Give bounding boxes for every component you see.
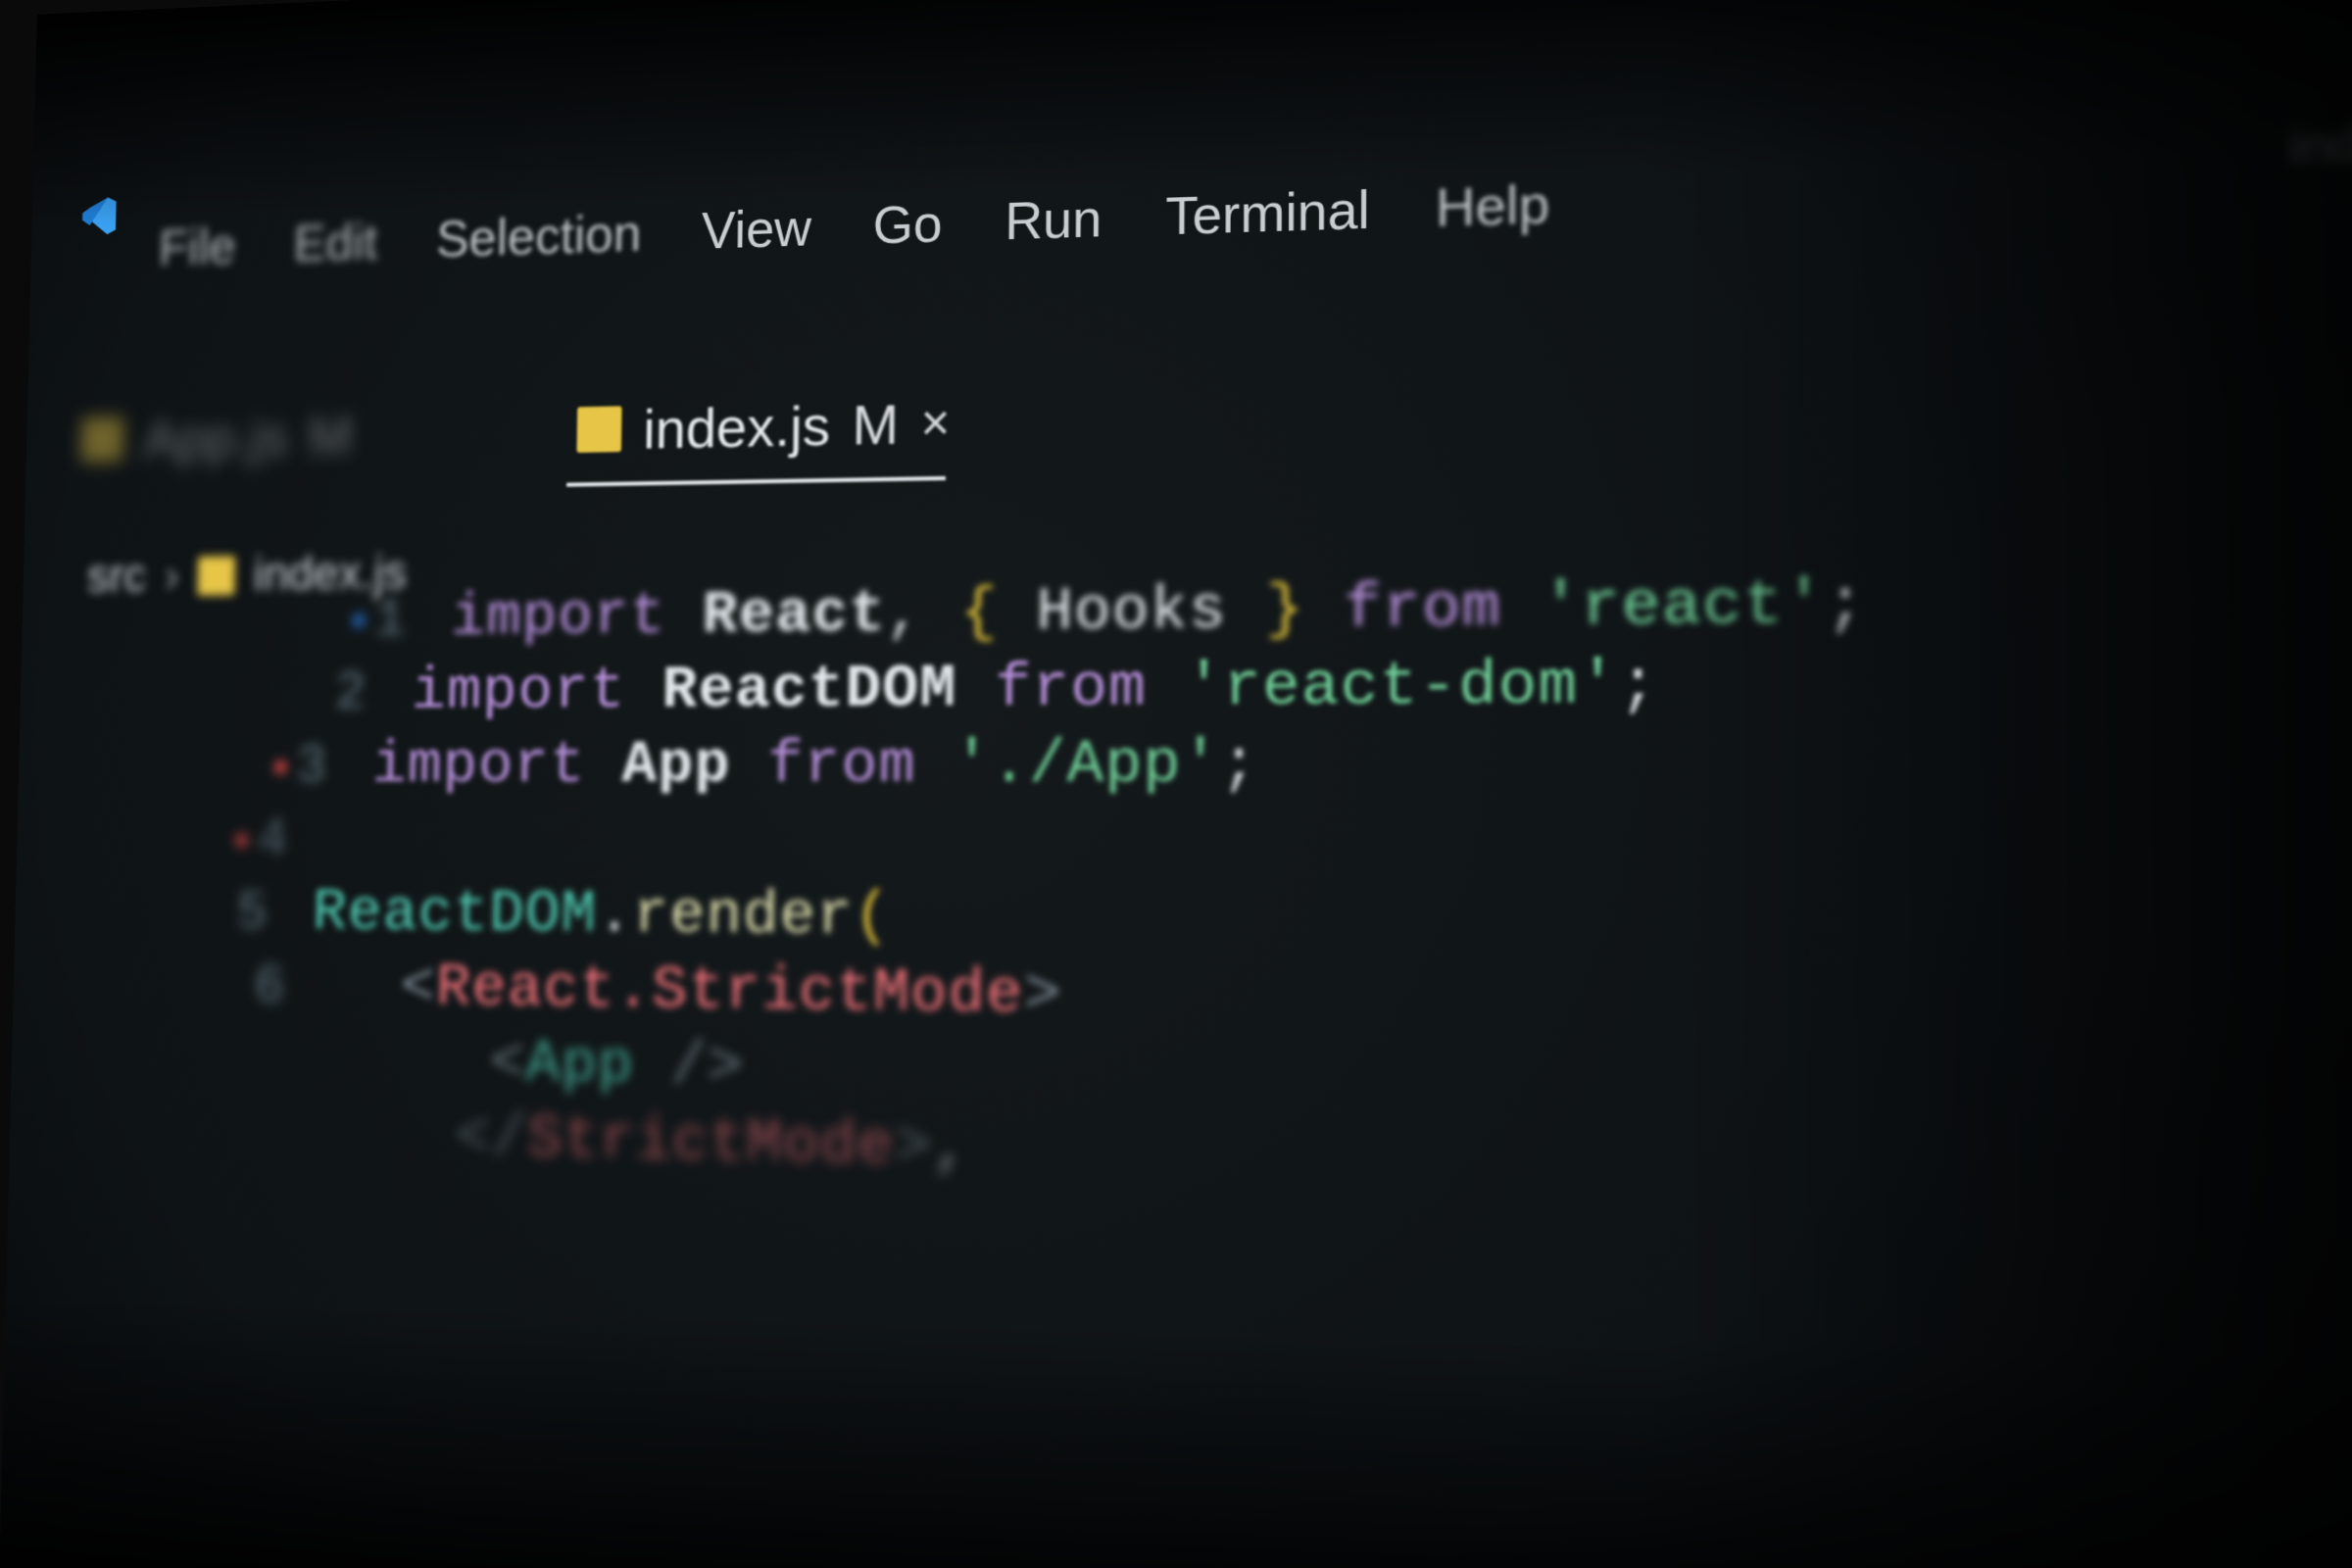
line-number: 5 [190, 884, 314, 946]
line-number [261, 1149, 384, 1152]
menu-go[interactable]: Go [872, 194, 942, 257]
tab-modified-indicator: M [852, 390, 899, 457]
line-number: 3 [249, 737, 372, 798]
menu-help[interactable]: Help [1436, 173, 1550, 239]
line-number: 2 [288, 663, 413, 724]
menu-run[interactable]: Run [1004, 188, 1102, 252]
tab-app-js[interactable]: App.js M [62, 394, 387, 487]
menu-selection[interactable]: Selection [435, 204, 641, 270]
js-file-icon [80, 416, 123, 462]
breadcrumb-folder: src [86, 550, 146, 604]
line-number: 4 [210, 810, 333, 871]
menu-terminal[interactable]: Terminal [1165, 179, 1370, 247]
line-number [224, 1074, 347, 1076]
tab-label: index.js [643, 392, 831, 461]
menubar: File Edit Selection View Go Run Terminal… [130, 109, 2352, 308]
line-number: 6 [207, 956, 330, 1018]
line-number: 1 [327, 590, 452, 652]
window-title: index.js [2289, 111, 2352, 175]
menu-view[interactable]: View [701, 198, 811, 262]
close-icon[interactable]: × [920, 393, 951, 453]
code-editor[interactable]: 1 import React, { Hooks } from 'react'; … [148, 561, 2352, 1226]
code-line: import ReactDOM from 'react-dom'; [411, 650, 1658, 726]
code-line: </StrictMode>, [384, 1102, 971, 1184]
menu-edit[interactable]: Edit [293, 213, 378, 273]
code-line [332, 806, 368, 873]
tab-bar: App.js M index.js M × [25, 328, 2352, 503]
code-line: <React.StrictMode> [329, 954, 1062, 1032]
tab-label: App.js [143, 404, 289, 470]
code-line: ReactDOM.render( [312, 879, 891, 953]
js-file-icon [577, 406, 622, 453]
menu-file[interactable]: File [158, 218, 236, 278]
vscode-logo-icon [49, 179, 120, 255]
tab-index-js[interactable]: index.js M × [558, 380, 987, 478]
tab-modified-indicator: M [308, 403, 353, 467]
code-line: import App from './App'; [371, 730, 1258, 802]
code-line: import React, { Hooks } from 'react'; [451, 568, 1867, 653]
code-line: <App /> [347, 1027, 744, 1102]
